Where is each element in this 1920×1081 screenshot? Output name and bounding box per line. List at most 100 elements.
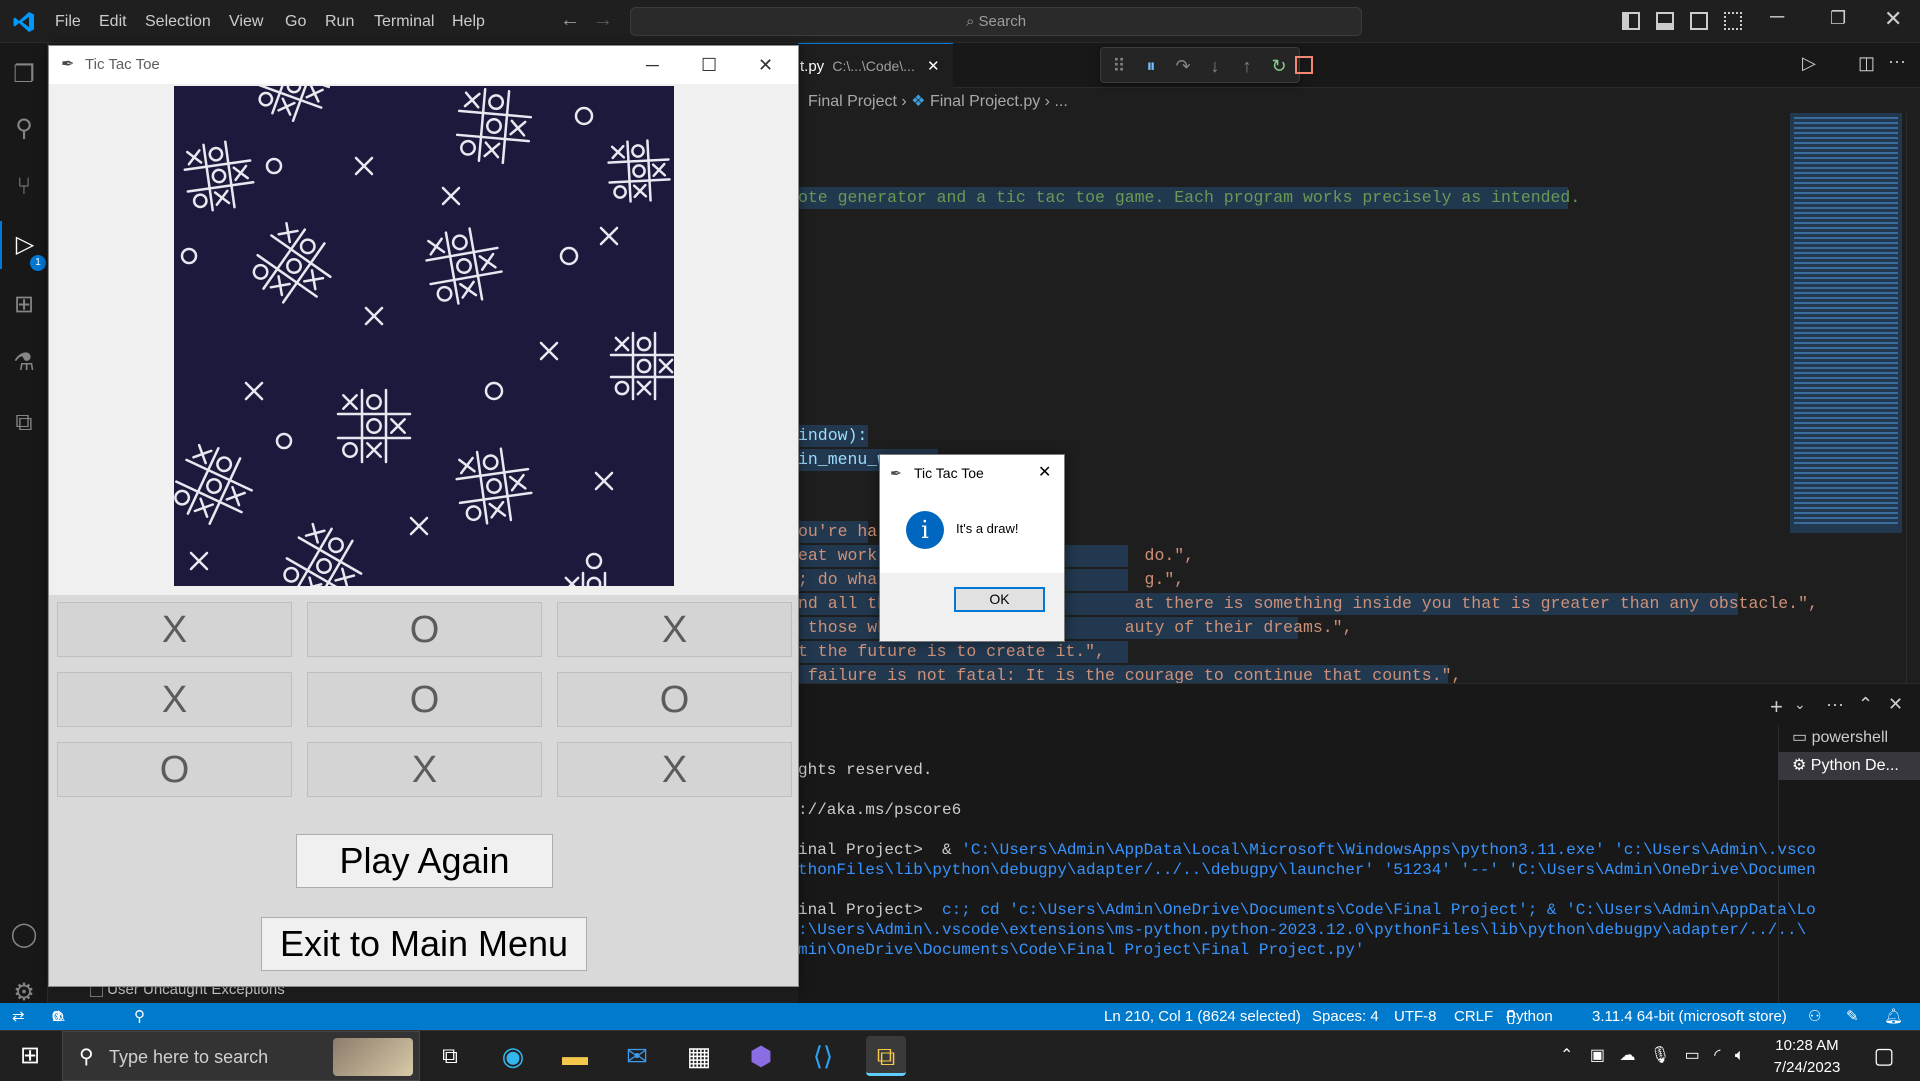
line-ending[interactable]: CRLF (1454, 1003, 1493, 1030)
notification-center-icon[interactable]: ▢ (1864, 1036, 1904, 1076)
menu-item-file[interactable]: File (55, 0, 81, 43)
chevron-up-icon[interactable]: ⌃ (1560, 1047, 1573, 1064)
command-center-search[interactable]: ⌕ Search (630, 7, 1362, 36)
start-windows-icon[interactable]: ⊞ (10, 1036, 50, 1076)
dialog-ok-button[interactable]: OK (954, 587, 1045, 612)
restart-icon[interactable]: ↻ (1267, 54, 1291, 78)
menu-item-go[interactable]: Go (285, 0, 306, 43)
search-view-icon[interactable]: ⚲ (0, 105, 48, 153)
close-window-icon[interactable]: ✕ (1884, 6, 1902, 32)
vscode-taskbar-icon[interactable]: ⟨⟩ (803, 1036, 843, 1076)
toggle-secondary-sidebar-icon[interactable] (1690, 12, 1708, 30)
board-cell-r3c2[interactable]: X (307, 742, 542, 797)
clipchamp-icon[interactable]: ⬢ (741, 1036, 781, 1076)
board-cell-r1c2[interactable]: O (307, 602, 542, 657)
play-again-button[interactable]: Play Again (296, 834, 553, 888)
breadcrumb-more[interactable]: ... (1054, 93, 1067, 110)
terminal-command: 'C:\Users\Admin\AppData\Local\Microsoft\… (961, 841, 1816, 859)
minimap[interactable] (1790, 113, 1902, 533)
microphone-icon[interactable]: 🎙︎ (1650, 1047, 1670, 1064)
split-editor-icon[interactable]: ◫ (1858, 53, 1875, 74)
edge-browser-icon[interactable]: ◉ (493, 1036, 533, 1076)
more-actions-icon[interactable]: ··· (1888, 51, 1906, 72)
cursor-position[interactable]: Ln 210, Col 1 (8624 selected) (1104, 1003, 1301, 1030)
microsoft-store-icon[interactable]: ▦ (679, 1036, 719, 1076)
battery-icon[interactable]: ▭ (1685, 1047, 1700, 1064)
forward-arrow-icon[interactable]: → (593, 9, 613, 32)
indentation[interactable]: Spaces: 4 (1312, 1003, 1379, 1030)
remote-icon[interactable]: ⇄ (12, 1003, 25, 1030)
toggle-panel-icon[interactable] (1656, 12, 1674, 30)
exit-to-main-menu-button[interactable]: Exit to Main Menu (261, 917, 587, 971)
file-explorer-icon[interactable]: ▬ (555, 1036, 595, 1076)
breadcrumb-file[interactable]: Final Project.py (930, 93, 1040, 110)
terminal-item-powershell[interactable]: ▭ powershell (1778, 724, 1920, 752)
wifi-icon[interactable]: ◜ (1714, 1047, 1720, 1064)
menu-item-edit[interactable]: Edit (99, 0, 127, 43)
clock[interactable]: 10:28 AM 7/24/2023 (1762, 1035, 1852, 1079)
step-into-icon[interactable]: ↓ (1203, 54, 1227, 78)
search-icon: ⌕ (965, 13, 975, 30)
run-python-file-icon[interactable]: ▷ (1802, 53, 1816, 74)
dialog-titlebar[interactable]: ✒ Tic Tac Toe ✕ (880, 455, 1064, 491)
close-panel-icon[interactable]: ✕ (1888, 694, 1903, 715)
step-out-icon[interactable]: ↑ (1235, 54, 1259, 78)
task-view-icon[interactable]: ⧉ (430, 1036, 470, 1076)
minimize-icon[interactable]: ─ (646, 46, 659, 84)
maximize-icon[interactable]: ☐ (701, 46, 717, 84)
board-cell-r3c1[interactable]: O (57, 742, 292, 797)
explorer-icon[interactable]: ❐ (0, 51, 48, 99)
menu-item-selection[interactable]: Selection (145, 0, 211, 43)
board-cell-r1c3[interactable]: X (557, 602, 792, 657)
menu-item-terminal[interactable]: Terminal (374, 0, 434, 43)
volume-icon[interactable]: 🔈︎ (1735, 1047, 1745, 1064)
close-tab-icon[interactable]: ✕ (927, 58, 940, 75)
source-control-icon[interactable]: ⑂ (0, 163, 48, 211)
board-cell-r2c2[interactable]: O (307, 672, 542, 727)
board-cell-r3c3[interactable]: X (557, 742, 792, 797)
drag-handle-icon[interactable]: ⠿ (1107, 54, 1131, 78)
stop-debug-icon[interactable] (1295, 56, 1313, 74)
account-icon[interactable]: ◯ (0, 911, 48, 959)
board-cell-r1c1[interactable]: X (57, 602, 292, 657)
close-icon[interactable]: ✕ (758, 46, 773, 84)
board-cell-r2c1[interactable]: X (57, 672, 292, 727)
pause-icon[interactable]: ⏸ (1139, 54, 1163, 78)
notifications-bell-icon[interactable]: 🔔︎ (1884, 1003, 1903, 1030)
onedrive-cloud-icon[interactable]: ☁ (1619, 1047, 1635, 1064)
restore-window-icon[interactable]: ❐ (1830, 8, 1846, 29)
terminal-line: inal Project> & 'C:\Users\Admin\AppData\… (798, 840, 1816, 860)
python-app-taskbar-icon[interactable]: ⧉ (866, 1036, 906, 1076)
debug-status-icon[interactable]: ⚲ (134, 1003, 145, 1030)
python-icon[interactable]: ⧉ (0, 399, 48, 447)
step-over-icon[interactable]: ↷ (1171, 54, 1195, 78)
maximize-panel-icon[interactable]: ⌃ (1858, 694, 1873, 715)
new-terminal-icon[interactable]: + (1770, 694, 1783, 720)
encoding[interactable]: UTF-8 (1394, 1003, 1437, 1030)
menu-item-help[interactable]: Help (452, 0, 485, 43)
board-cell-r2c3[interactable]: O (557, 672, 792, 727)
chevron-down-icon[interactable]: ⌄ (1794, 696, 1806, 713)
extensions-icon[interactable]: ⊞ (0, 281, 48, 329)
more-actions-icon[interactable]: ··· (1826, 694, 1844, 715)
mail-icon[interactable]: ✉ (617, 1036, 657, 1076)
copilot-icon[interactable]: ⚇ (1808, 1003, 1821, 1030)
game-window-titlebar[interactable]: ✒ Tic Tac Toe ─ ☐ ✕ (49, 46, 798, 84)
dialog-close-icon[interactable]: ✕ (1038, 455, 1051, 491)
menu-item-run[interactable]: Run (325, 0, 354, 43)
meet-now-icon[interactable]: ▣ (1590, 1047, 1605, 1064)
tab-final-project[interactable]: t.py C:\...\Code\... ✕ (798, 43, 953, 88)
tab-label: t.py (800, 58, 825, 75)
back-arrow-icon[interactable]: ← (560, 9, 580, 32)
feedback-icon[interactable]: ✎ (1846, 1003, 1859, 1030)
menu-item-view[interactable]: View (229, 0, 263, 43)
python-interpreter[interactable]: 3.11.4 64-bit (microsoft store) (1592, 1003, 1787, 1030)
taskbar-search-box[interactable]: ⚲ Type here to search (62, 1031, 420, 1081)
breadcrumb-folder[interactable]: Final Project (808, 93, 897, 110)
terminal-item-python-debug[interactable]: ⚙ Python De... (1778, 752, 1920, 780)
testing-icon[interactable]: ⚗ (0, 339, 48, 387)
minimize-window-icon[interactable]: ─ (1770, 6, 1784, 29)
customize-layout-icon[interactable] (1724, 12, 1742, 30)
toggle-sidebar-icon[interactable] (1622, 12, 1640, 30)
editor-scrollbar[interactable] (1906, 113, 1920, 683)
